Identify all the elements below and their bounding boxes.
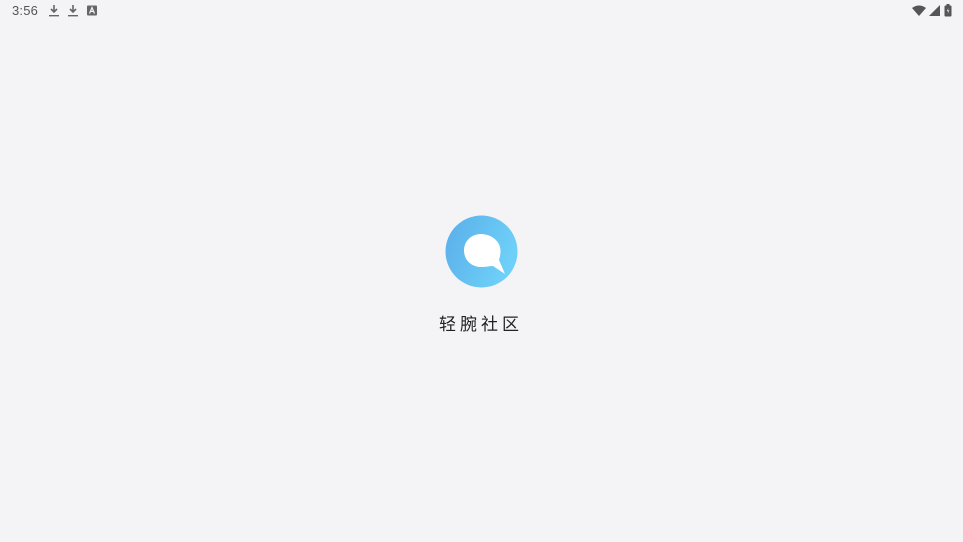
splash-content: 轻腕社区 xyxy=(0,0,963,542)
splash-screen: 3:56 轻腕社区 xyxy=(0,0,963,542)
app-name: 轻腕社区 xyxy=(439,315,523,335)
speech-bubble-logo-icon xyxy=(445,215,518,288)
